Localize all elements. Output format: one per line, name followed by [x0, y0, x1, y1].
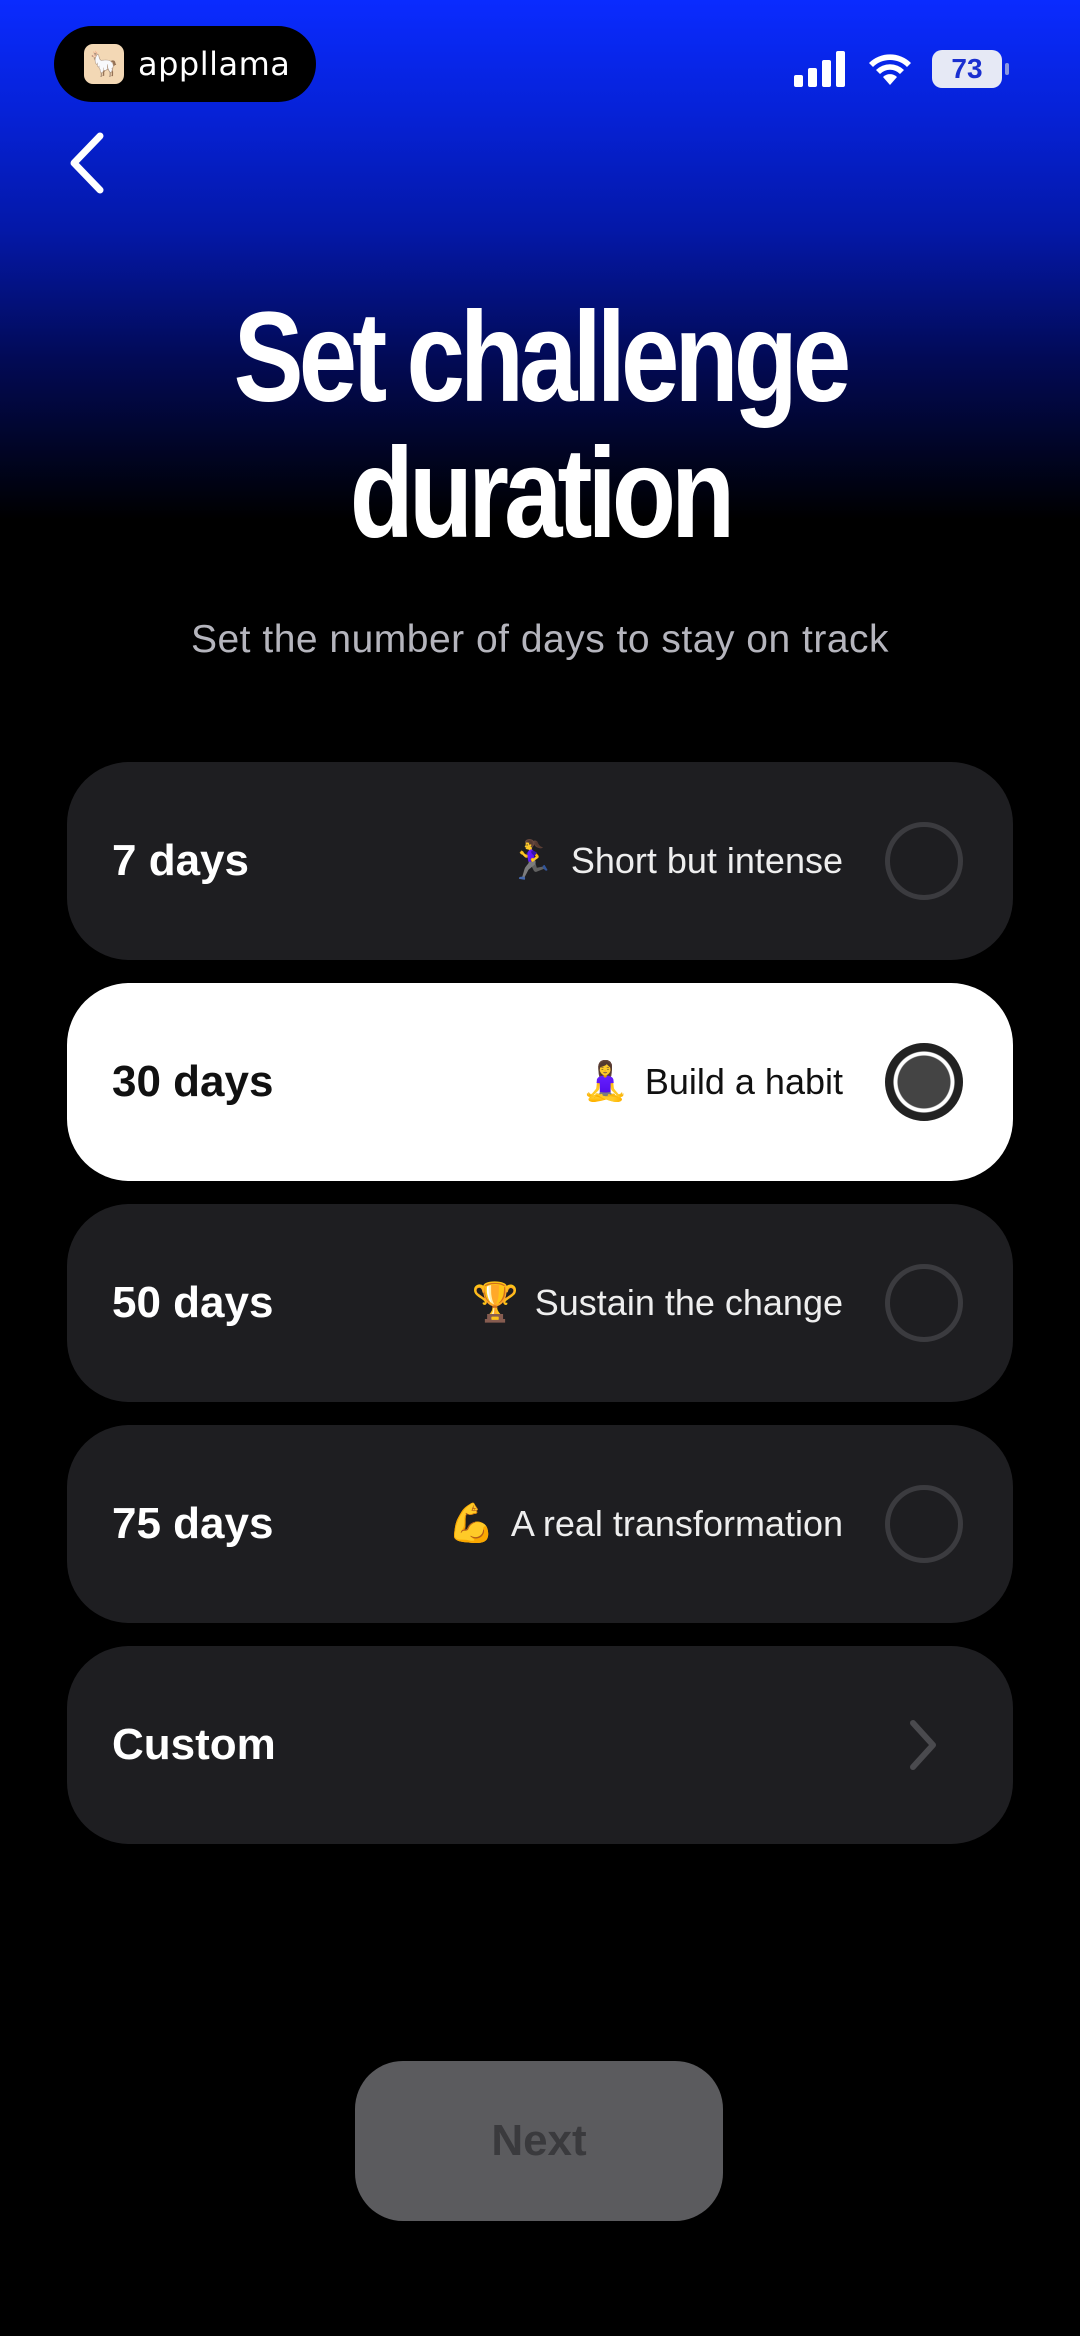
duration-option-30-days[interactable]: 30 days 🧘‍♀️ Build a habit: [67, 983, 1013, 1181]
wifi-icon: [869, 54, 911, 85]
option-label: 7 days: [112, 836, 249, 885]
option-description-text: Build a habit: [644, 1061, 843, 1102]
option-description: 🏃‍♀️ Short but intense: [507, 839, 843, 883]
recording-pill: 🦙 appllama: [54, 26, 316, 102]
option-description: 🧘‍♀️ Build a habit: [582, 1060, 843, 1104]
page-subtitle: Set the number of days to stay on track: [190, 618, 890, 661]
flexed-biceps-icon: 💪: [447, 1503, 495, 1545]
radio-button-selected[interactable]: [885, 1043, 963, 1121]
option-label: Custom: [112, 1720, 276, 1769]
duration-option-50-days[interactable]: 50 days 🏆 Sustain the change: [67, 1204, 1013, 1402]
trophy-icon: 🏆: [471, 1282, 519, 1324]
option-label: 75 days: [112, 1499, 274, 1548]
back-chevron-icon[interactable]: [62, 128, 122, 198]
page-title-line1: Set challenge: [233, 286, 852, 429]
chevron-right-icon: [910, 1720, 936, 1770]
battery-icon: 73: [932, 50, 1009, 88]
duration-option-custom[interactable]: Custom: [67, 1646, 1013, 1844]
page-title: Set challenge duration: [97, 290, 983, 562]
page-title-line2: duration: [349, 422, 735, 565]
option-label: 30 days: [112, 1057, 274, 1106]
option-description-text: Short but intense: [570, 840, 843, 881]
battery-level: 73: [951, 53, 983, 84]
radio-button[interactable]: [885, 1485, 963, 1563]
recording-pill-label: appllama: [138, 45, 291, 83]
next-button[interactable]: Next: [355, 2061, 723, 2221]
duration-option-7-days[interactable]: 7 days 🏃‍♀️ Short but intense: [67, 762, 1013, 960]
meditation-icon: 🧘‍♀️: [581, 1061, 629, 1103]
option-label: 50 days: [112, 1278, 274, 1327]
duration-option-75-days[interactable]: 75 days 💪 A real transformation: [67, 1425, 1013, 1623]
option-description-text: Sustain the change: [534, 1282, 843, 1323]
option-description-text: A real transformation: [510, 1503, 843, 1544]
cellular-signal-icon: [794, 51, 845, 87]
status-icons: 73: [794, 50, 1009, 88]
llama-logo-icon: 🦙: [84, 44, 124, 84]
radio-button[interactable]: [885, 822, 963, 900]
radio-button[interactable]: [885, 1264, 963, 1342]
runner-icon: 🏃‍♀️: [507, 840, 555, 882]
option-description: 💪 A real transformation: [448, 1502, 843, 1546]
option-description: 🏆 Sustain the change: [471, 1281, 843, 1325]
